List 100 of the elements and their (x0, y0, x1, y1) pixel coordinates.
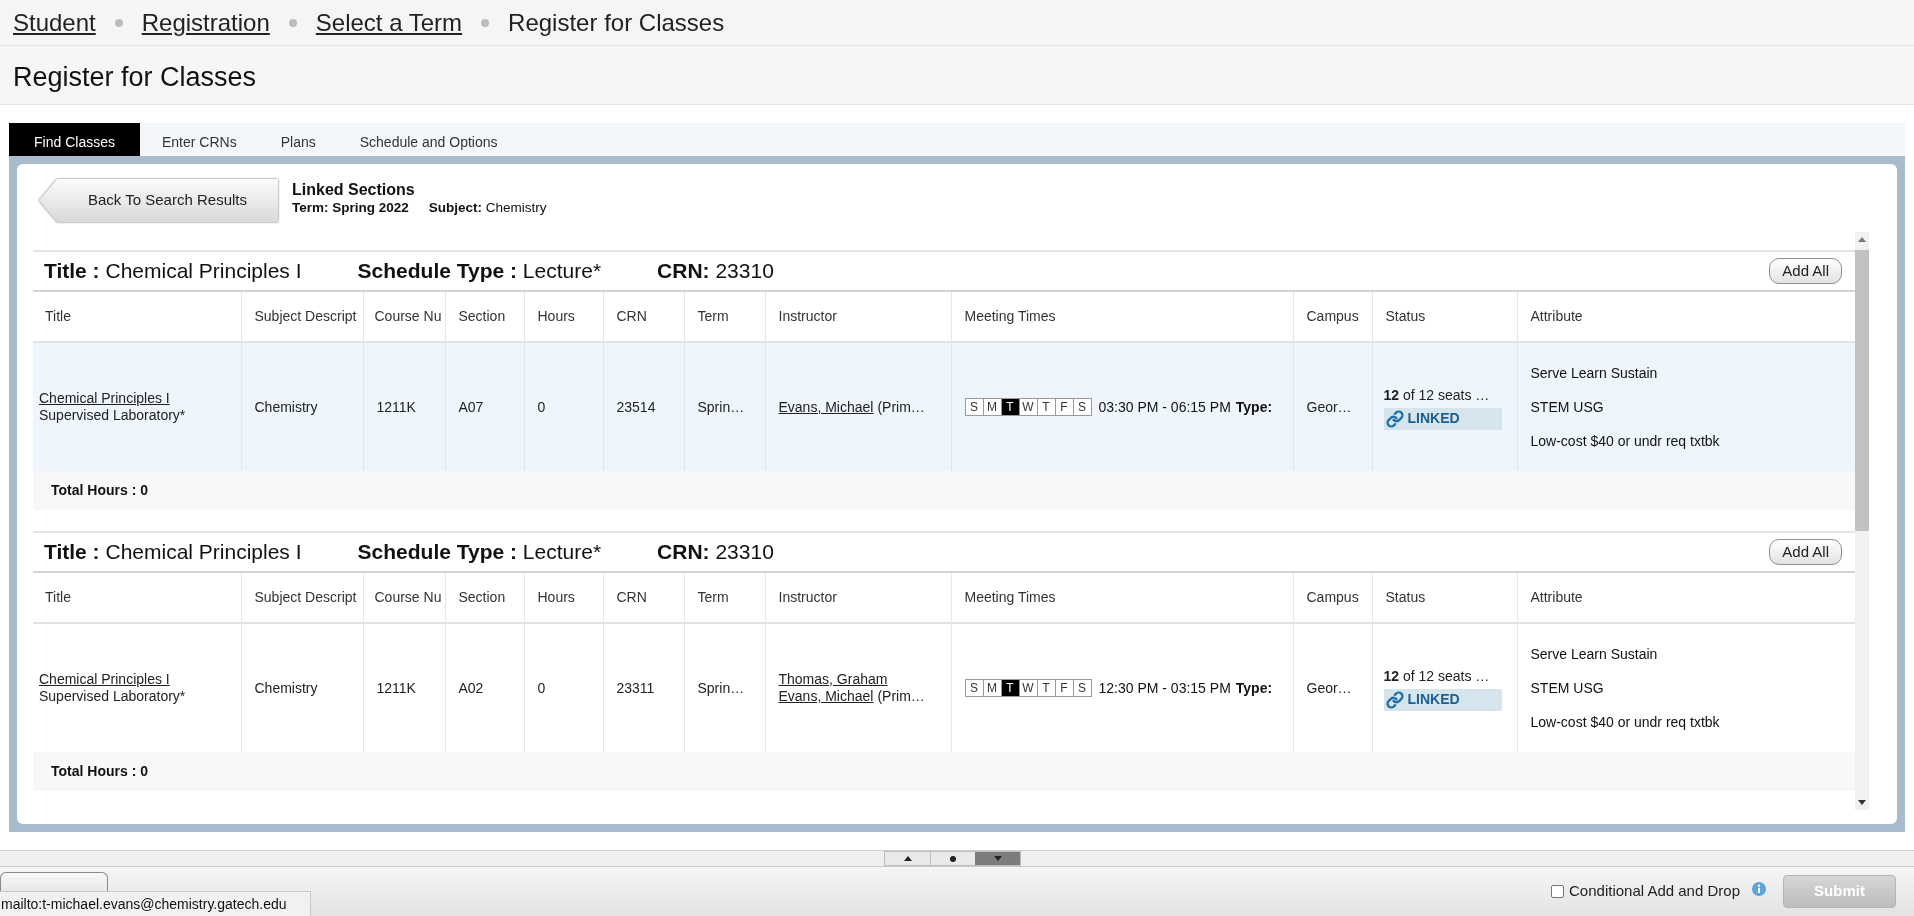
tab[interactable]: Find Classes (9, 123, 140, 156)
column-header: Term (684, 292, 765, 342)
meeting-time: 03:30 PM - 06:15 PM (1098, 397, 1231, 417)
section-field: CRN: 23310 (657, 255, 774, 287)
column-header: Attribute (1517, 292, 1855, 342)
attribute-text: Serve Learn Sustain (1530, 363, 1658, 383)
breadcrumb-separator-icon (288, 18, 297, 27)
breadcrumb-link[interactable]: Select a Term (315, 4, 463, 41)
column-header: Campus (1293, 292, 1372, 342)
dot-icon (950, 855, 956, 862)
section-field: Title : Chemical Principles I (44, 536, 302, 568)
conditional-checkbox[interactable] (1551, 885, 1565, 898)
linked-sections-heading: Linked Sections (292, 180, 416, 199)
table-cell: A07 (445, 342, 524, 471)
table-cell: Sprin… (684, 623, 765, 752)
section-field: Title : Chemical Principles I (44, 255, 302, 287)
total-hours: Total Hours : 0 (51, 762, 148, 781)
attribute-text: Low-cost $40 or undr req txtbk (1530, 712, 1720, 732)
table-cell: 23311 (603, 623, 684, 752)
table-cell: Geor… (1293, 623, 1372, 752)
table-cell: 23514 (603, 342, 684, 471)
breadcrumb-separator-icon (481, 18, 490, 27)
column-header: Title (33, 573, 241, 623)
breadcrumb-current: Register for Classes (508, 7, 725, 38)
course-note: Supervised Laboratory* (39, 407, 186, 424)
breadcrumb-link[interactable]: Registration (141, 4, 270, 41)
breadcrumb-link[interactable]: Student (13, 4, 96, 41)
column-header: Title (33, 292, 241, 342)
column-header: Meeting Times (951, 292, 1293, 342)
meeting-time: 12:30 PM - 03:15 PM (1098, 678, 1231, 698)
column-header: Meeting Times (951, 573, 1293, 623)
table-cell: 1211K (363, 342, 445, 471)
table-cell: Sprin… (684, 342, 765, 471)
course-title-link[interactable]: Chemical Principles I (39, 390, 170, 407)
column-header: Section (445, 573, 524, 623)
info-icon[interactable] (1752, 881, 1766, 896)
collapse-up-button[interactable] (885, 852, 930, 865)
column-header: Course Nu (363, 292, 445, 342)
subject-label: Subject: Chemistry (428, 199, 547, 216)
column-header: Hours (524, 573, 603, 623)
status-label: LINKED (1407, 409, 1460, 428)
column-header: Subject Descript (241, 292, 363, 342)
section-field: Schedule Type : Lecture* (357, 536, 602, 568)
link-icon (1385, 409, 1404, 428)
tab[interactable]: Plans (258, 123, 338, 156)
term-label: Term: Spring 2022 (292, 199, 409, 216)
column-header: CRN (603, 292, 684, 342)
add-all-button[interactable]: Add All (1769, 258, 1842, 284)
breadcrumb-separator-icon (114, 18, 123, 27)
table-cell: Chemistry (241, 342, 363, 471)
tab[interactable]: Schedule and Options (337, 123, 520, 156)
attribute-text: Low-cost $40 or undr req txtbk (1530, 431, 1720, 451)
dropdown-button[interactable] (0, 872, 108, 892)
column-header: Campus (1293, 573, 1372, 623)
meeting-type-label: Type: (1235, 678, 1273, 698)
course-title-link[interactable]: Chemical Principles I (39, 671, 170, 688)
attribute-text: STEM USG (1530, 678, 1604, 698)
drag-handle[interactable] (930, 852, 975, 865)
table-cell: 0 (524, 623, 603, 752)
column-header: Status (1372, 292, 1517, 342)
collapse-down-button[interactable] (975, 852, 1020, 865)
scroll-down-icon[interactable] (1858, 800, 1866, 805)
column-header: Attribute (1517, 573, 1855, 623)
caret-down-icon (993, 856, 1002, 861)
instructor-link[interactable]: Evans, Michael (778, 688, 874, 705)
table-cell: A02 (445, 623, 524, 752)
conditional-add-drop-label: Conditional Add and Drop (1569, 881, 1740, 902)
column-header: Status (1372, 573, 1517, 623)
table-cell: Chemistry (241, 623, 363, 752)
table-cell: 0 (524, 342, 603, 471)
instructor-link[interactable]: Thomas, Graham (778, 671, 888, 688)
course-note: Supervised Laboratory* (39, 688, 186, 705)
add-all-button[interactable]: Add All (1769, 539, 1842, 565)
instructor-link[interactable]: Evans, Michael (778, 398, 874, 416)
column-header: Course Nu (363, 573, 445, 623)
seats-available: 12 of 12 seats … (1383, 666, 1490, 686)
column-header: Instructor (765, 292, 951, 342)
column-header: Subject Descript (241, 573, 363, 623)
scrollbar-track[interactable] (1855, 232, 1869, 810)
status-link-text: mailto:t-michael.evans@chemistry.gatech.edu (1, 894, 287, 914)
column-header: Instructor (765, 573, 951, 623)
column-header: Hours (524, 292, 603, 342)
table-cell: 1211K (363, 623, 445, 752)
status-label: LINKED (1407, 690, 1460, 709)
weekday-indicator: S (964, 398, 984, 416)
link-icon (1385, 690, 1404, 709)
instructor-role: (Prim… (877, 688, 925, 705)
back-to-search-results-button[interactable]: Back To Search Results (39, 179, 278, 222)
weekday-indicator: S (964, 679, 984, 697)
attribute-text: Serve Learn Sustain (1530, 644, 1658, 664)
column-header: CRN (603, 573, 684, 623)
instructor-role: (Prim… (877, 398, 925, 416)
tab[interactable]: Enter CRNs (140, 123, 259, 156)
scrollbar-thumb[interactable] (1855, 250, 1869, 531)
seats-available: 12 of 12 seats … (1383, 385, 1490, 405)
column-header: Term (684, 573, 765, 623)
meeting-type-label: Type: (1235, 397, 1273, 417)
page-title: Register for Classes (13, 60, 257, 94)
scroll-up-icon[interactable] (1858, 237, 1866, 242)
table-cell: Geor… (1293, 342, 1372, 471)
